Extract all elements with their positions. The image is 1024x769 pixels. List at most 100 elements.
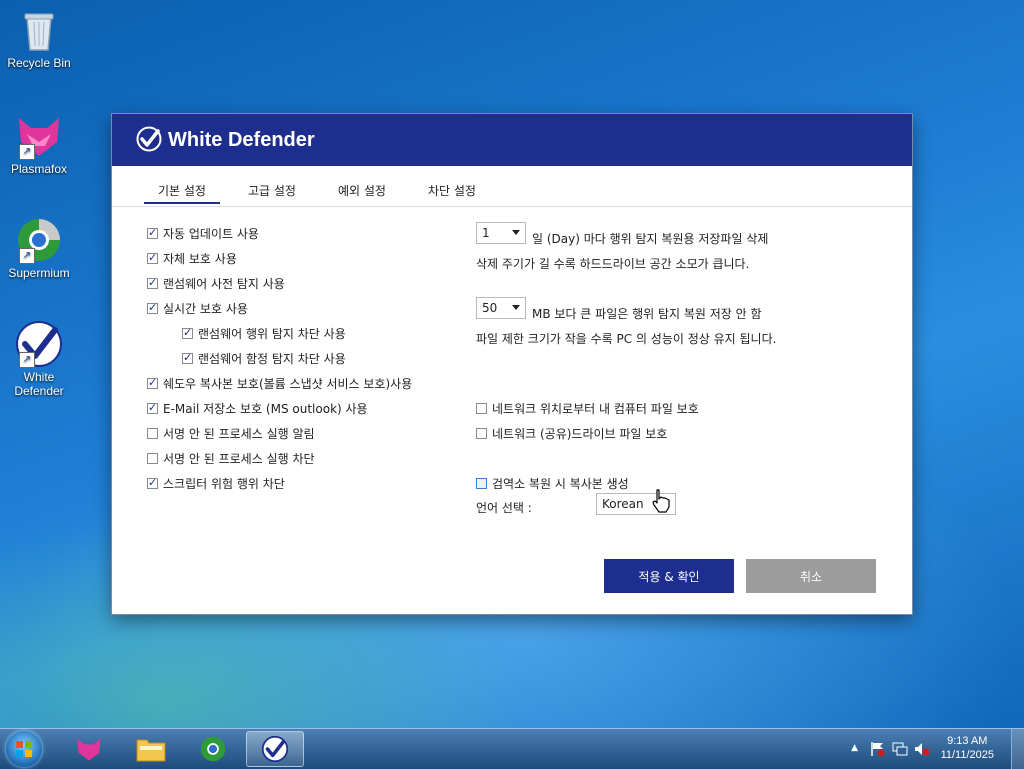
checkbox[interactable] bbox=[147, 401, 158, 414]
checkbox[interactable] bbox=[182, 351, 193, 364]
checkbox[interactable] bbox=[476, 428, 487, 439]
desktop-icon-label: Recycle Bin bbox=[7, 56, 71, 70]
clock-time: 9:13 AM bbox=[947, 735, 988, 747]
taskbar-white-defender[interactable] bbox=[246, 731, 304, 767]
option-quarantine-restore-copy[interactable]: 검역소 복원 시 복사본 생성 bbox=[476, 475, 629, 492]
checkbox[interactable] bbox=[147, 453, 158, 464]
backup-days-select[interactable]: 1 bbox=[476, 222, 526, 244]
checkbox[interactable] bbox=[147, 251, 158, 264]
option-auto-update[interactable]: 자동 업데이트 사용 bbox=[147, 225, 259, 242]
file-limit-select[interactable]: 50 bbox=[476, 297, 526, 319]
supermium-icon: ↗ bbox=[15, 216, 63, 264]
taskbar-plasmafox[interactable] bbox=[60, 731, 118, 767]
checkbox[interactable] bbox=[182, 326, 193, 339]
checkbox[interactable] bbox=[147, 226, 158, 239]
option-label: 랜섬웨어 행위 탐지 차단 사용 bbox=[198, 327, 346, 341]
start-button[interactable] bbox=[6, 731, 42, 767]
desktop-icon-white-defender[interactable]: ↗ White Defender bbox=[4, 320, 74, 398]
option-network-drive-protection[interactable]: 네트워크 (공유)드라이브 파일 보호 bbox=[476, 425, 667, 442]
option-self-protection[interactable]: 자체 보호 사용 bbox=[147, 250, 237, 267]
option-ransomware-pre-detection[interactable]: 랜섬웨어 사전 탐지 사용 bbox=[147, 275, 285, 292]
tab-basic-settings[interactable]: 기본 설정 bbox=[144, 182, 220, 204]
white-defender-dialog: White Defender 기본 설정 고급 설정 예외 설정 차단 설정 자… bbox=[112, 114, 912, 614]
select-value: 1 bbox=[482, 226, 490, 240]
chevron-down-icon bbox=[512, 305, 520, 310]
option-label: 자동 업데이트 사용 bbox=[163, 227, 259, 241]
checkbox[interactable] bbox=[147, 428, 158, 439]
option-label: 서명 안 된 프로세스 실행 차단 bbox=[163, 452, 315, 466]
option-realtime-protection[interactable]: 실시간 보호 사용 bbox=[147, 300, 248, 317]
option-label: 네트워크 위치로부터 내 컴퓨터 파일 보호 bbox=[492, 402, 699, 416]
shortcut-arrow-icon: ↗ bbox=[19, 352, 35, 368]
network-icon[interactable] bbox=[892, 741, 908, 760]
taskbar: ▲ 9:13 AM 11/11/2025 bbox=[0, 728, 1024, 769]
checkbox[interactable] bbox=[147, 376, 158, 389]
checkbox[interactable] bbox=[147, 476, 158, 489]
desktop-icon-label: Supermium bbox=[8, 266, 70, 280]
desktop-icon-label: White bbox=[23, 370, 55, 384]
option-unsigned-process-alert[interactable]: 서명 안 된 프로세스 실행 알림 bbox=[147, 425, 315, 442]
taskbar-file-explorer[interactable] bbox=[122, 731, 180, 767]
system-clock[interactable]: 9:13 AM 11/11/2025 bbox=[941, 735, 994, 761]
file-limit-text: MB 보다 큰 파일은 행위 탐지 복원 저장 안 함 bbox=[532, 307, 762, 321]
plasmafox-icon: ↗ bbox=[15, 112, 63, 160]
tab-exception-settings[interactable]: 예외 설정 bbox=[338, 182, 386, 199]
option-shadow-copy-protection[interactable]: 쉐도우 복사본 보호(볼륨 스냅샷 서비스 보호)사용 bbox=[147, 375, 412, 392]
checkbox[interactable] bbox=[476, 403, 487, 414]
backup-days-text: 일 (Day) 마다 행위 탐지 복원용 저장파일 삭제 bbox=[532, 232, 769, 246]
language-label: 언어 선택 : bbox=[476, 501, 532, 515]
hand-cursor-icon bbox=[650, 488, 674, 517]
white-defender-icon: ↗ bbox=[15, 320, 63, 368]
dialog-header: White Defender bbox=[112, 114, 912, 166]
file-limit-note: 파일 제한 크기가 작을 수록 PC 의 성능이 정상 유지 됩니다. bbox=[476, 332, 777, 346]
show-desktop-button[interactable] bbox=[1011, 729, 1024, 769]
option-label: 검역소 복원 시 복사본 생성 bbox=[492, 477, 629, 491]
option-script-risk-block[interactable]: 스크립터 위험 행위 차단 bbox=[147, 475, 285, 492]
tab-advanced-settings[interactable]: 고급 설정 bbox=[248, 182, 296, 199]
checkbox[interactable] bbox=[147, 276, 158, 289]
option-label: 쉐도우 복사본 보호(볼륨 스냅샷 서비스 보호)사용 bbox=[163, 377, 413, 391]
settings-tabs: 기본 설정 고급 설정 예외 설정 차단 설정 bbox=[112, 166, 912, 207]
action-center-flag-icon[interactable] bbox=[870, 741, 886, 760]
option-unsigned-process-block[interactable]: 서명 안 된 프로세스 실행 차단 bbox=[147, 450, 315, 467]
option-ransomware-behavior-block[interactable]: 랜섬웨어 행위 탐지 차단 사용 bbox=[182, 325, 346, 342]
shortcut-arrow-icon: ↗ bbox=[19, 144, 35, 160]
select-value: Korean bbox=[602, 497, 644, 511]
option-network-location-protection[interactable]: 네트워크 위치로부터 내 컴퓨터 파일 보호 bbox=[476, 400, 699, 417]
option-label: 실시간 보호 사용 bbox=[163, 302, 248, 316]
supermium-icon bbox=[200, 736, 226, 762]
white-defender-logo-icon bbox=[136, 126, 162, 155]
option-email-store-protection[interactable]: E-Mail 저장소 보호 (MS outlook) 사용 bbox=[147, 400, 368, 417]
tab-block-settings[interactable]: 차단 설정 bbox=[428, 182, 476, 199]
option-label: 자체 보호 사용 bbox=[163, 252, 237, 266]
option-label: 랜섬웨어 사전 탐지 사용 bbox=[163, 277, 285, 291]
option-label: E-Mail 저장소 보호 (MS outlook) 사용 bbox=[163, 402, 368, 416]
desktop-icon-plasmafox[interactable]: ↗ Plasmafox bbox=[4, 112, 74, 176]
shortcut-arrow-icon: ↗ bbox=[19, 248, 35, 264]
show-hidden-icons-arrow[interactable]: ▲ bbox=[851, 743, 858, 753]
recycle-bin-icon bbox=[15, 6, 63, 54]
option-label: 서명 안 된 프로세스 실행 알림 bbox=[163, 427, 315, 441]
checkbox[interactable] bbox=[476, 478, 487, 489]
plasmafox-icon bbox=[77, 738, 101, 761]
volume-muted-icon[interactable] bbox=[914, 741, 930, 760]
white-defender-icon bbox=[261, 735, 289, 763]
chevron-down-icon bbox=[512, 230, 520, 235]
folder-icon bbox=[136, 739, 166, 762]
taskbar-supermium[interactable] bbox=[184, 731, 242, 767]
cancel-button[interactable]: 취소 bbox=[746, 559, 876, 593]
desktop-icon-supermium[interactable]: ↗ Supermium bbox=[4, 216, 74, 280]
backup-days-note: 삭제 주기가 길 수록 하드드라이브 공간 소모가 큽니다. bbox=[476, 257, 750, 271]
apply-confirm-button[interactable]: 적용 & 확인 bbox=[604, 559, 734, 593]
option-label: 네트워크 (공유)드라이브 파일 보호 bbox=[492, 427, 668, 441]
checkbox[interactable] bbox=[147, 301, 158, 314]
option-ransomware-trap-block[interactable]: 랜섬웨어 함정 탐지 차단 사용 bbox=[182, 350, 346, 367]
desktop-icon-label: Defender bbox=[14, 384, 64, 398]
dialog-title: White Defender bbox=[168, 128, 315, 151]
option-label: 랜섬웨어 함정 탐지 차단 사용 bbox=[198, 352, 346, 366]
desktop-icon-label: Plasmafox bbox=[10, 162, 68, 176]
select-value: 50 bbox=[482, 301, 498, 315]
windows-logo-icon bbox=[16, 741, 32, 757]
desktop-icon-recycle-bin[interactable]: Recycle Bin bbox=[4, 6, 74, 70]
clock-date: 11/11/2025 bbox=[940, 749, 994, 761]
